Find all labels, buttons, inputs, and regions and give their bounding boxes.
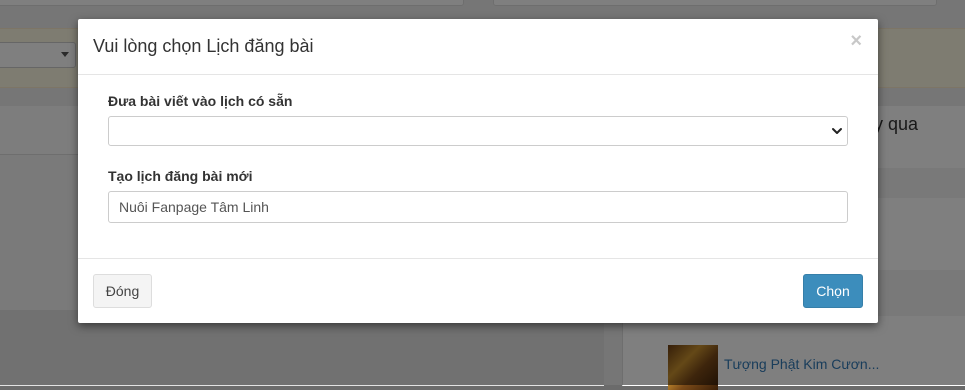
existing-schedule-select[interactable] — [108, 116, 848, 146]
close-icon[interactable]: × — [850, 31, 862, 51]
chevron-down-icon — [832, 128, 842, 134]
modal-title: Vui lòng chọn Lịch đăng bài — [93, 36, 314, 56]
modal-header: Vui lòng chọn Lịch đăng bài × — [78, 19, 878, 75]
choose-button[interactable]: Chọn — [803, 274, 863, 308]
schedule-modal: Vui lòng chọn Lịch đăng bài × Đưa bài vi… — [78, 19, 878, 323]
existing-schedule-label: Đưa bài viết vào lịch có sẵn — [108, 93, 293, 109]
new-schedule-input[interactable]: Nuôi Fanpage Tâm Linh — [108, 191, 848, 223]
new-schedule-label: Tạo lịch đăng bài mới — [108, 168, 253, 184]
modal-footer: Đóng Chọn — [78, 258, 878, 323]
close-button[interactable]: Đóng — [93, 274, 152, 308]
